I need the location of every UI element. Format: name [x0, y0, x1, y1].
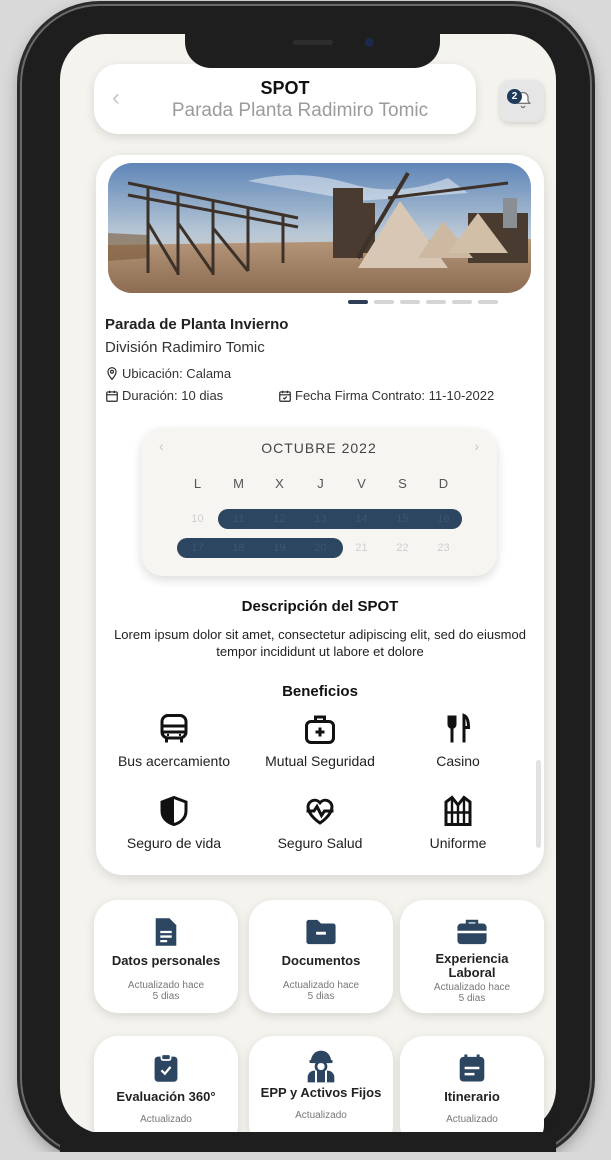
calendar-weekdays: L M X J V S D: [177, 476, 464, 491]
calendar-day[interactable]: 14: [341, 509, 382, 529]
page-bottom-background: [0, 1152, 611, 1160]
tile-status: Actualizado hace 5 dias: [433, 982, 511, 1004]
carousel-dot-1[interactable]: [348, 300, 368, 304]
location-row: Ubicación: Calama: [105, 366, 231, 381]
calendar-icon: [459, 1054, 485, 1082]
contract-date-row: Fecha Firma Contrato: 11-10-2022: [278, 388, 494, 403]
calendar-day[interactable]: 18: [218, 538, 259, 558]
plant-photo[interactable]: [108, 163, 531, 293]
calendar-small-icon: [106, 390, 118, 402]
tile-title: Experiencia Laboral: [435, 951, 509, 980]
calendar-week-1: 10 11 12 13 14 15 16: [177, 509, 464, 529]
calendar-day[interactable]: 11: [218, 509, 259, 529]
event-title: Parada de Planta Invierno: [105, 316, 289, 333]
benefit-label: Bus acercamiento: [117, 753, 231, 769]
calendar-check-icon: [279, 390, 291, 402]
location-pin-icon: [107, 367, 117, 381]
benefit-label: Casino: [436, 753, 480, 769]
heart-pulse-icon: [306, 798, 334, 825]
calendar-day[interactable]: 22: [382, 538, 423, 558]
tile-status: Actualizado: [295, 1110, 347, 1121]
benefit-seguro-vida: Seguro de vida: [104, 793, 244, 851]
document-icon: [155, 918, 177, 946]
carousel-dot-4[interactable]: [426, 300, 446, 304]
notifications-button[interactable]: [500, 80, 544, 122]
tile-status: Actualizado: [140, 1114, 192, 1125]
benefit-label: Seguro de vida: [126, 835, 222, 851]
carousel-dot-3[interactable]: [400, 300, 420, 304]
benefit-label: Uniforme: [429, 835, 487, 851]
benefit-uniforme: Uniforme: [388, 793, 528, 851]
carousel-dot-5[interactable]: [452, 300, 472, 304]
briefcase-icon: [457, 919, 487, 945]
benefit-label: Mutual Seguridad: [265, 753, 375, 769]
carousel-indicator[interactable]: [348, 300, 498, 304]
calendar-day[interactable]: 23: [423, 538, 464, 558]
calendar-month: OCTUBRE 2022: [261, 440, 377, 456]
tile-title: EPP y Activos Fijos: [260, 1085, 382, 1100]
first-aid-kit-icon: [305, 715, 335, 744]
tile-datos-personales[interactable]: Datos personales Actualizado hace 5 dias: [94, 900, 238, 1013]
benefit-seguro-salud: Seguro Salud: [250, 793, 390, 851]
calendar-day[interactable]: 20: [300, 538, 341, 558]
calendar-day[interactable]: 21: [341, 538, 382, 558]
benefit-bus: Bus acercamiento: [104, 711, 244, 769]
tile-status: Actualizado: [446, 1114, 498, 1125]
tile-title: Evaluación 360°: [116, 1089, 216, 1104]
calendar-day[interactable]: 13: [300, 509, 341, 529]
worker-helmet-icon: [307, 1050, 335, 1083]
shield-icon: [160, 795, 188, 827]
tile-status: Actualizado hace 5 dias: [127, 980, 205, 1002]
notification-badge: 2: [507, 89, 522, 104]
weekday-label: M: [233, 476, 244, 491]
location-text: Ubicación: Calama: [122, 366, 232, 381]
benefit-mutual: Mutual Seguridad: [250, 711, 390, 769]
benefit-label: Seguro Salud: [277, 835, 363, 851]
tile-documentos[interactable]: Documentos Actualizado hace 5 dias: [249, 900, 393, 1013]
calendar-day[interactable]: 12: [259, 509, 300, 529]
carousel-dot-6[interactable]: [478, 300, 498, 304]
duration-text: Duración: 10 dias: [122, 388, 224, 403]
tile-experiencia-laboral[interactable]: Experiencia Laboral Actualizado hace 5 d…: [400, 900, 544, 1013]
weekday-label: X: [275, 476, 284, 491]
calendar-day[interactable]: 16: [423, 509, 464, 529]
weekday-label: S: [398, 476, 407, 491]
card-scrollbar[interactable]: [536, 760, 541, 848]
description-title: Descripción del SPOT: [241, 598, 399, 615]
date-calendar: ‹ › OCTUBRE 2022 L M X J V S D 10 11 12 …: [141, 428, 497, 576]
description-text: Lorem ipsum dolor sit amet, consectetur …: [114, 627, 526, 659]
duration-row: Duración: 10 dias: [105, 388, 223, 403]
tile-title: Datos personales: [111, 953, 221, 968]
clipboard-icon: [154, 1053, 178, 1082]
calendar-day[interactable]: 17: [177, 538, 218, 558]
weekday-label: D: [438, 476, 449, 491]
weekday-label: V: [357, 476, 366, 491]
contract-date-text: Fecha Firma Contrato: 11-10-2022: [295, 388, 495, 403]
vest-icon: [444, 795, 472, 826]
tile-title: Documentos: [281, 953, 361, 968]
calendar-day[interactable]: 10: [177, 509, 218, 529]
fork-knife-icon: [447, 713, 471, 743]
tile-status: Actualizado hace 5 dias: [282, 980, 360, 1002]
folder-icon: [306, 919, 336, 945]
benefit-casino: Casino: [388, 711, 528, 769]
page-title: SPOT: [260, 78, 310, 98]
event-division: División Radimiro Tomic: [105, 339, 265, 356]
calendar-day[interactable]: 19: [259, 538, 300, 558]
page-subtitle: Parada Planta Radimiro Tomic: [171, 100, 429, 121]
phone-notch: [185, 28, 440, 68]
carousel-dot-2[interactable]: [374, 300, 394, 304]
calendar-week-2: 17 18 19 20 21 22 23: [177, 538, 464, 558]
weekday-label: J: [317, 476, 324, 491]
bus-icon: [160, 714, 188, 743]
calendar-day[interactable]: 15: [382, 509, 423, 529]
header-card: ‹ SPOT Parada Planta Radimiro Tomic: [94, 64, 476, 134]
weekday-label: L: [193, 476, 202, 491]
benefits-title: Beneficios: [282, 683, 358, 700]
tile-title: Itinerario: [444, 1089, 500, 1104]
